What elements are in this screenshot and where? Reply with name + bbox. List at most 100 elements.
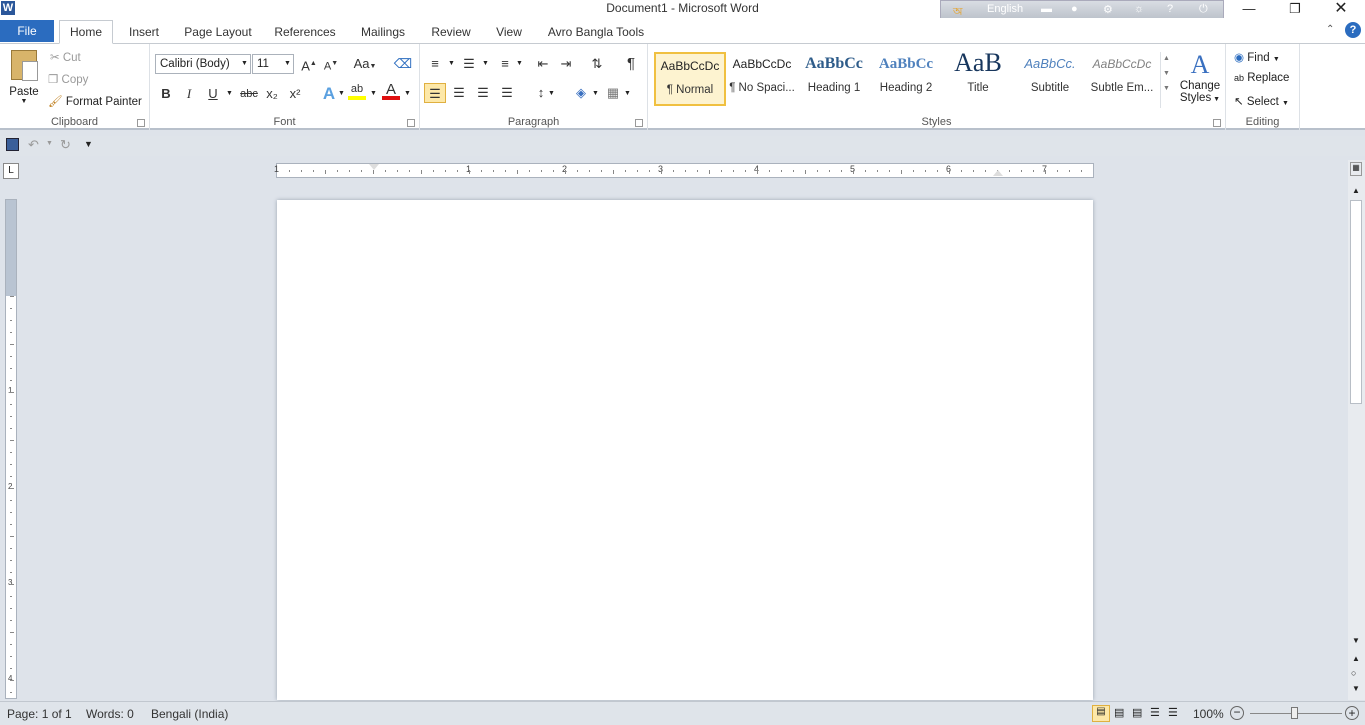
customize-qat-icon[interactable]: ▼ xyxy=(84,139,93,149)
change-case-button[interactable]: Aa▼ xyxy=(350,54,380,74)
copy-button[interactable]: ❐ Copy xyxy=(48,72,88,86)
avro-language-label[interactable]: English xyxy=(987,3,1023,15)
cut-button[interactable]: ✂ Cut xyxy=(50,50,81,64)
highlight-icon[interactable]: ab xyxy=(348,82,366,100)
tab-home[interactable]: Home xyxy=(59,20,113,44)
align-left-icon[interactable]: ☰ xyxy=(424,83,446,103)
restore-button[interactable]: ❐ xyxy=(1272,0,1318,18)
styles-gallery-scroll[interactable]: ▲ ▼ ▼ xyxy=(1160,52,1172,108)
align-right-icon[interactable]: ☰ xyxy=(472,83,494,103)
replace-button[interactable]: ab Replace xyxy=(1234,72,1289,84)
find-button[interactable]: ◉ Find ▼ xyxy=(1234,50,1280,64)
zoom-level[interactable]: 100% xyxy=(1193,707,1224,721)
help-icon[interactable]: ? xyxy=(1345,22,1361,38)
tab-insert[interactable]: Insert xyxy=(124,21,164,44)
outline-icon[interactable]: ☰ xyxy=(1150,706,1160,719)
first-line-indent-marker[interactable] xyxy=(369,164,379,170)
minimize-ribbon-icon[interactable]: ⌃ xyxy=(1326,24,1334,35)
scroll-down-icon[interactable]: ▼ xyxy=(1352,636,1360,645)
align-center-icon[interactable]: ☰ xyxy=(448,83,470,103)
paste-button[interactable]: Paste ▼ xyxy=(6,48,42,114)
style-no-spacing[interactable]: AaBbCcDc ¶ No Spaci... xyxy=(726,52,798,106)
strikethrough-button[interactable]: abc xyxy=(238,84,260,104)
chevron-down-icon[interactable]: ▼ xyxy=(46,140,53,147)
more-styles-icon[interactable]: ▼ xyxy=(1161,85,1172,92)
italic-button[interactable]: I xyxy=(178,84,200,104)
tools-icon[interactable]: ⚙ xyxy=(1103,3,1113,16)
underline-button[interactable]: U xyxy=(202,84,224,104)
horizontal-ruler[interactable]: 11234567 xyxy=(274,163,1094,178)
subscript-button[interactable]: x₂ xyxy=(261,84,283,104)
tab-file[interactable]: File xyxy=(0,20,54,42)
tab-mailings[interactable]: Mailings xyxy=(354,21,412,44)
chevron-down-icon[interactable]: ▼ xyxy=(404,90,411,97)
document-page[interactable] xyxy=(277,200,1093,700)
borders-icon[interactable]: ▦ xyxy=(602,83,624,103)
change-styles-button[interactable]: A Change Styles ▼ xyxy=(1178,50,1222,104)
full-screen-reading-icon[interactable]: ▤ xyxy=(1114,706,1124,719)
next-page-icon[interactable]: ▼ xyxy=(1352,684,1360,693)
style-heading-1[interactable]: AaBbCc Heading 1 xyxy=(798,52,870,106)
shading-icon[interactable]: ◈ xyxy=(570,83,592,103)
page-count[interactable]: Page: 1 of 1 xyxy=(7,707,72,721)
styles-launcher-icon[interactable] xyxy=(1213,119,1221,127)
font-launcher-icon[interactable] xyxy=(407,119,415,127)
clear-formatting-icon[interactable]: ⌫ xyxy=(392,54,414,74)
style-heading-2[interactable]: AaBbCc Heading 2 xyxy=(870,52,942,106)
chevron-down-icon[interactable]: ▼ xyxy=(1161,70,1172,77)
scroll-up-icon[interactable]: ▲ xyxy=(1352,186,1360,195)
shrink-font-icon[interactable]: A▼ xyxy=(320,54,342,74)
justify-icon[interactable]: ☰ xyxy=(496,83,518,103)
bold-button[interactable]: B xyxy=(155,84,177,104)
superscript-button[interactable]: x² xyxy=(284,84,306,104)
chevron-down-icon[interactable]: ▼ xyxy=(448,60,455,67)
draft-icon[interactable]: ☰ xyxy=(1168,706,1178,719)
mouse-icon[interactable]: ● xyxy=(1071,3,1078,15)
minimize-button[interactable]: — xyxy=(1226,0,1272,18)
font-color-icon[interactable]: A xyxy=(382,82,400,100)
right-indent-marker[interactable] xyxy=(993,170,1003,176)
sort-icon[interactable]: ⇅ xyxy=(586,54,608,74)
chevron-down-icon[interactable]: ▼ xyxy=(548,90,555,97)
scroll-thumb[interactable] xyxy=(1350,200,1362,404)
clipboard-launcher-icon[interactable] xyxy=(137,119,145,127)
tab-references[interactable]: References xyxy=(270,21,340,44)
numbering-icon[interactable]: ☰ xyxy=(458,54,480,74)
close-button[interactable]: ✕ xyxy=(1318,0,1364,18)
chevron-down-icon[interactable]: ▼ xyxy=(226,90,233,97)
chevron-down-icon[interactable]: ▼ xyxy=(592,90,599,97)
help-icon[interactable]: ? xyxy=(1167,3,1173,15)
view-ruler-icon[interactable]: ▦ xyxy=(1350,162,1362,176)
chevron-down-icon[interactable]: ▼ xyxy=(516,60,523,67)
style-subtle-emphasis[interactable]: AaBbCcDc Subtle Em... xyxy=(1086,52,1158,106)
style-normal[interactable]: AaBbCcDc ¶ Normal xyxy=(654,52,726,106)
web-layout-icon[interactable]: ▤ xyxy=(1132,706,1142,719)
style-title[interactable]: AaB Title xyxy=(942,52,1014,106)
tab-review[interactable]: Review xyxy=(426,21,476,44)
tab-selector-icon[interactable]: L xyxy=(3,163,19,179)
language-indicator[interactable]: Bengali (India) xyxy=(151,707,228,721)
chevron-down-icon[interactable]: ▼ xyxy=(338,90,345,97)
tab-avro-bangla-tools[interactable]: Avro Bangla Tools xyxy=(543,21,649,44)
grow-font-icon[interactable]: A▲ xyxy=(298,54,320,74)
previous-page-icon[interactable]: ▲ xyxy=(1352,654,1360,663)
select-button[interactable]: ↖ Select ▼ xyxy=(1234,94,1289,108)
show-marks-icon[interactable]: ¶ xyxy=(620,54,642,74)
text-effects-icon[interactable]: A xyxy=(318,84,340,104)
decrease-indent-icon[interactable]: ⇤ xyxy=(532,54,554,74)
format-painter-button[interactable]: 🖌 Format Painter xyxy=(48,94,142,108)
zoom-out-icon[interactable]: − xyxy=(1230,706,1244,720)
chevron-down-icon[interactable]: ▼ xyxy=(241,60,248,67)
undo-icon[interactable]: ↶ xyxy=(28,137,39,153)
multilevel-list-icon[interactable]: ≡ xyxy=(494,54,516,74)
chevron-down-icon[interactable]: ▼ xyxy=(482,60,489,67)
tab-view[interactable]: View xyxy=(490,21,528,44)
tab-page-layout[interactable]: Page Layout xyxy=(180,21,256,44)
zoom-in-icon[interactable]: + xyxy=(1345,706,1359,720)
browse-object-icon[interactable]: ○ xyxy=(1351,668,1356,678)
keyboard-icon[interactable]: ▬ xyxy=(1041,3,1052,15)
chevron-down-icon[interactable]: ▼ xyxy=(284,60,291,67)
chevron-down-icon[interactable]: ▼ xyxy=(624,90,631,97)
chevron-down-icon[interactable]: ▼ xyxy=(370,90,377,97)
increase-indent-icon[interactable]: ⇥ xyxy=(555,54,577,74)
